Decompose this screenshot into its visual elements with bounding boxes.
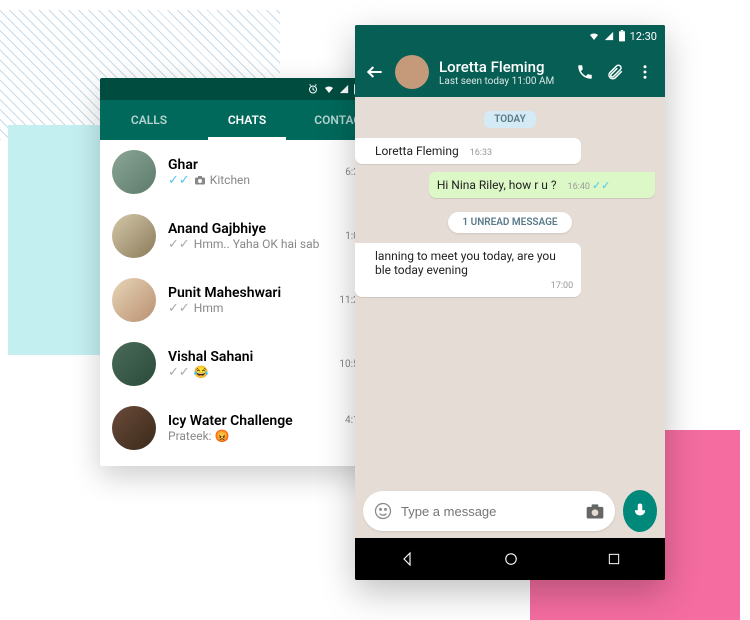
menu-icon[interactable] — [635, 63, 655, 81]
preview-text: Hmm.. Yaha OK hai sab — [194, 237, 320, 251]
camera-icon — [194, 175, 206, 185]
message-in[interactable]: lanning to meet you today, are you ble t… — [355, 243, 581, 297]
message-time: 16:40✓✓ — [568, 182, 611, 192]
list-item[interactable]: Ghar ✓✓ Kitchen 6:23 PM — [100, 140, 394, 204]
header-title-block[interactable]: Loretta Fleming Last seen today 11:00 AM — [439, 58, 565, 87]
chat-header: Loretta Fleming Last seen today 11:00 AM — [355, 47, 665, 97]
chat-preview: Prateek: 😡 — [168, 429, 333, 443]
preview-text: Hmm — [194, 301, 224, 315]
phone-chatlist: 9:36 CALLS CHATS CONTACTS Ghar ✓✓ Kitche… — [100, 78, 394, 466]
chat-preview: ✓✓ Hmm.. Yaha OK hai sab — [168, 237, 333, 252]
nav-home-icon[interactable] — [502, 550, 520, 568]
wifi-icon — [323, 83, 335, 95]
chat-name: Icy Water Challenge — [168, 413, 333, 429]
message-text: lanning to meet you today, are you ble t… — [375, 249, 556, 277]
message-time: 16:33 — [470, 148, 492, 158]
call-icon[interactable] — [575, 63, 595, 81]
tab-chats[interactable]: CHATS — [198, 100, 296, 140]
last-seen: Last seen today 11:00 AM — [439, 76, 565, 87]
message-time: 17:00 — [551, 281, 573, 291]
message-in[interactable]: Loretta Fleming 16:33 — [355, 138, 581, 164]
chat-body[interactable]: TODAY Loretta Fleming 16:33 Hi Nina Rile… — [355, 97, 665, 484]
status-time: 12:30 — [630, 30, 657, 43]
chat-name: Vishal Sahani — [168, 349, 327, 365]
preview-text: Kitchen — [210, 173, 250, 187]
date-pill: TODAY — [484, 111, 536, 128]
avatar — [112, 278, 156, 322]
input-bar — [355, 484, 665, 538]
chat-list: Ghar ✓✓ Kitchen 6:23 PM Anand Gajbhiye ✓… — [100, 140, 394, 460]
signal-icon — [339, 84, 349, 94]
unread-pill: 1 UNREAD MESSAGE — [448, 212, 571, 233]
back-icon[interactable] — [365, 62, 385, 82]
sent-tick-icon: ✓✓ — [168, 301, 190, 316]
tab-calls-label: CALLS — [131, 113, 167, 127]
chat-name: Punit Maheshwari — [168, 285, 327, 301]
status-bar: 12:30 — [355, 25, 665, 47]
preview-text: 😂 — [194, 365, 209, 379]
avatar — [112, 342, 156, 386]
read-tick-icon: ✓✓ — [168, 173, 190, 188]
chat-name: Anand Gajbhiye — [168, 221, 333, 237]
list-item[interactable]: Punit Maheshwari ✓✓ Hmm 11:24 AM — [100, 268, 394, 332]
list-item[interactable]: Anand Gajbhiye ✓✓ Hmm.. Yaha OK hai sab … — [100, 204, 394, 268]
message-text: Loretta Fleming — [375, 144, 459, 158]
preview-text: Prateek: 😡 — [168, 429, 230, 443]
battery-icon — [618, 30, 626, 42]
wifi-icon — [588, 30, 600, 42]
nav-recent-icon[interactable] — [606, 551, 622, 567]
signal-icon — [604, 31, 614, 41]
message-input[interactable] — [401, 504, 577, 519]
contact-name: Loretta Fleming — [439, 58, 565, 76]
tab-chats-label: CHATS — [228, 113, 266, 127]
read-tick-icon: ✓✓ — [592, 179, 610, 192]
chat-name: Ghar — [168, 157, 333, 173]
chat-preview: ✓✓ 😂 — [168, 365, 327, 380]
avatar — [112, 150, 156, 194]
input-box — [363, 491, 615, 531]
tab-calls[interactable]: CALLS — [100, 100, 198, 140]
attach-icon[interactable] — [605, 63, 625, 81]
sent-tick-icon: ✓✓ — [168, 365, 190, 380]
camera-icon[interactable] — [585, 502, 605, 520]
tabs-row: CALLS CHATS CONTACTS — [100, 100, 394, 140]
message-text: Hi Nina Riley, how r u ? — [437, 178, 557, 192]
nav-bar — [355, 538, 665, 580]
list-item[interactable]: Vishal Sahani ✓✓ 😂 10:53 AM — [100, 332, 394, 396]
phone-conversation: 12:30 Loretta Fleming Last seen today 11… — [355, 25, 665, 580]
list-item[interactable]: Icy Water Challenge Prateek: 😡 4:11 AM — [100, 396, 394, 460]
mic-button[interactable] — [623, 490, 657, 532]
avatar — [112, 406, 156, 450]
status-bar: 9:36 — [100, 78, 394, 100]
sent-tick-icon: ✓✓ — [168, 237, 190, 252]
chat-preview: ✓✓ Hmm — [168, 301, 327, 316]
message-out[interactable]: Hi Nina Riley, how r u ? 16:40✓✓ — [429, 172, 655, 198]
nav-back-icon[interactable] — [398, 550, 416, 568]
chat-preview: ✓✓ Kitchen — [168, 173, 333, 188]
avatar[interactable] — [395, 55, 429, 89]
avatar — [112, 214, 156, 258]
alarm-icon — [307, 83, 319, 95]
emoji-icon[interactable] — [373, 501, 393, 521]
